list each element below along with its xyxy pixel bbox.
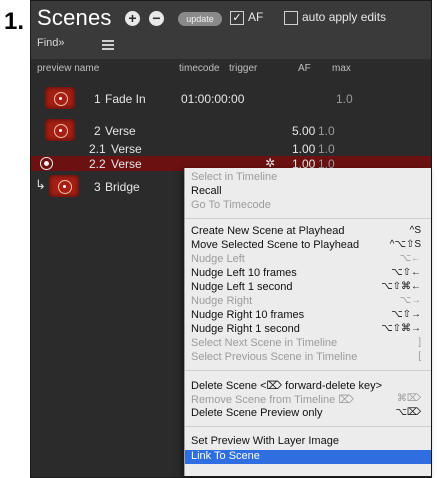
menu-item-move-selected[interactable]: Move Selected Scene to Playhead ^⌥⇧S [191, 239, 425, 252]
menu-separator [185, 426, 431, 427]
update-button[interactable]: update [178, 12, 222, 26]
context-menu: Select in Timeline Recall Go To Timecode… [184, 168, 431, 476]
shortcut: ⌥⇧⌘→ [381, 323, 421, 334]
remove-scene-icon[interactable]: − [149, 11, 164, 26]
hamburger-menu-icon[interactable] [102, 40, 114, 52]
menu-item-label: Nudge Right 1 second [191, 323, 300, 335]
scene-preview-thumbnail [49, 175, 79, 197]
scene-name: Bridge [105, 180, 140, 194]
menu-item-go-to-timecode[interactable]: Go To Timecode [191, 199, 425, 212]
menu-item-label: Select Next Scene in Timeline [191, 337, 338, 349]
shortcut: ^⌥⇧S [389, 239, 421, 250]
menu-separator [185, 218, 431, 219]
scene-row[interactable]: 2.1 Verse 1.00 1.0 [31, 141, 431, 156]
auto-apply-checkbox[interactable] [284, 11, 298, 25]
shortcut: ⌥→ [399, 295, 421, 306]
menu-item-remove-scene[interactable]: Remove Scene from Timeline ⌦ ⌘⌦ [191, 393, 425, 406]
scene-max: 1.0 [318, 142, 335, 156]
scene-max: 1.0 [336, 92, 353, 106]
menu-item-label: Select Previous Scene in Timeline [191, 351, 358, 363]
col-trigger: trigger [229, 63, 258, 74]
menu-item-recall[interactable]: Recall [191, 185, 425, 198]
col-preview-name: preview name [37, 63, 100, 74]
auto-apply-label: auto apply edits [302, 10, 387, 24]
shortcut: [ [418, 351, 421, 362]
menu-item-nudge-right-1s[interactable]: Nudge Right 1 second ⌥⇧⌘→ [191, 323, 425, 336]
menu-item-nudge-left-10[interactable]: Nudge Left 10 frames ⌥⇧← [191, 267, 425, 280]
menu-item-nudge-left-1s[interactable]: Nudge Left 1 second ⌥⇧⌘← [191, 281, 425, 294]
step-number: 1. [4, 8, 25, 35]
menu-item-create-new-scene[interactable]: Create New Scene at Playhead ^S [191, 225, 425, 238]
scene-af: 1.00 [292, 142, 316, 156]
menu-item-delete-preview[interactable]: Delete Scene Preview only ⌥⌦ [191, 407, 425, 420]
menu-item-label: Nudge Left [191, 253, 245, 265]
menu-item-select-in-timeline[interactable]: Select in Timeline [191, 171, 425, 184]
scene-max: 1.0 [318, 124, 335, 138]
col-timecode: timecode [179, 63, 220, 74]
menu-separator [185, 370, 431, 371]
af-checkbox-label: AF [248, 10, 264, 24]
shortcut: ^S [409, 225, 421, 236]
af-checkbox[interactable]: ✓ [230, 11, 244, 25]
shortcut: ⌥⇧⌘← [381, 281, 421, 292]
menu-item-label: Delete Scene Preview only [191, 407, 323, 419]
find-field[interactable]: Find» [37, 37, 65, 49]
scene-preview-thumbnail [45, 119, 75, 141]
shortcut: ⌘⌦ [396, 393, 421, 404]
menu-item-label: Create New Scene at Playhead [191, 225, 345, 237]
shortcut: ⌥⇧← [391, 267, 421, 278]
menu-item-nudge-right[interactable]: Nudge Right ⌥→ [191, 295, 425, 308]
menu-item-delete-scene[interactable]: Delete Scene <⌦ forward-delete key> [191, 379, 425, 392]
scene-preview-thumbnail [45, 87, 75, 109]
col-af: AF [298, 63, 311, 74]
menu-item-label: Nudge Left 10 frames [191, 267, 297, 279]
link-arrow-icon: ↳ [35, 177, 46, 192]
scene-name: Fade In [105, 92, 146, 106]
scene-number: 2.2 [89, 157, 106, 171]
add-scene-icon[interactable]: + [125, 11, 140, 26]
shortcut: ] [418, 337, 421, 348]
scene-name: Verse [111, 142, 142, 156]
menu-item-select-next[interactable]: Select Next Scene in Timeline] [191, 337, 425, 350]
scene-af: 5.00 [292, 124, 316, 138]
scene-number: 1 [94, 92, 101, 106]
menu-item-set-preview[interactable]: Set Preview With Layer Image [191, 435, 425, 448]
shortcut: ⌥⇧→ [391, 309, 421, 320]
scene-number: 3 [94, 180, 101, 194]
shortcut: ⌥← [399, 253, 421, 264]
menu-item-label: Nudge Right 10 frames [191, 309, 305, 321]
target-icon[interactable] [40, 157, 53, 170]
menu-item-nudge-right-10[interactable]: Nudge Right 10 frames ⌥⇧→ [191, 309, 425, 322]
panel-header: Scenes + − update ✓ AF auto apply edits … [31, 1, 431, 59]
panel-title: Scenes [37, 5, 112, 30]
menu-item-nudge-left[interactable]: Nudge Left ⌥← [191, 253, 425, 266]
scene-number: 2.1 [89, 142, 106, 156]
scene-row[interactable]: 1 Fade In 01:00:00:00 1.0 [31, 84, 431, 114]
menu-item-link-to-scene[interactable]: Link To Scene [185, 450, 431, 464]
scene-name: Verse [105, 124, 136, 138]
menu-item-label: Remove Scene from Timeline ⌦ [191, 394, 354, 406]
scene-name: Verse [111, 157, 142, 171]
shortcut: ⌥⌦ [395, 407, 421, 418]
menu-item-label: Nudge Right [191, 295, 253, 307]
scene-number: 2 [94, 124, 101, 138]
col-max: max [332, 63, 351, 74]
menu-item-label: Move Selected Scene to Playhead [191, 239, 360, 251]
scene-timecode: 01:00:00:00 [181, 92, 245, 106]
menu-item-select-prev[interactable]: Select Previous Scene in Timeline [ [191, 351, 425, 364]
menu-item-label: Nudge Left 1 second [191, 281, 293, 293]
